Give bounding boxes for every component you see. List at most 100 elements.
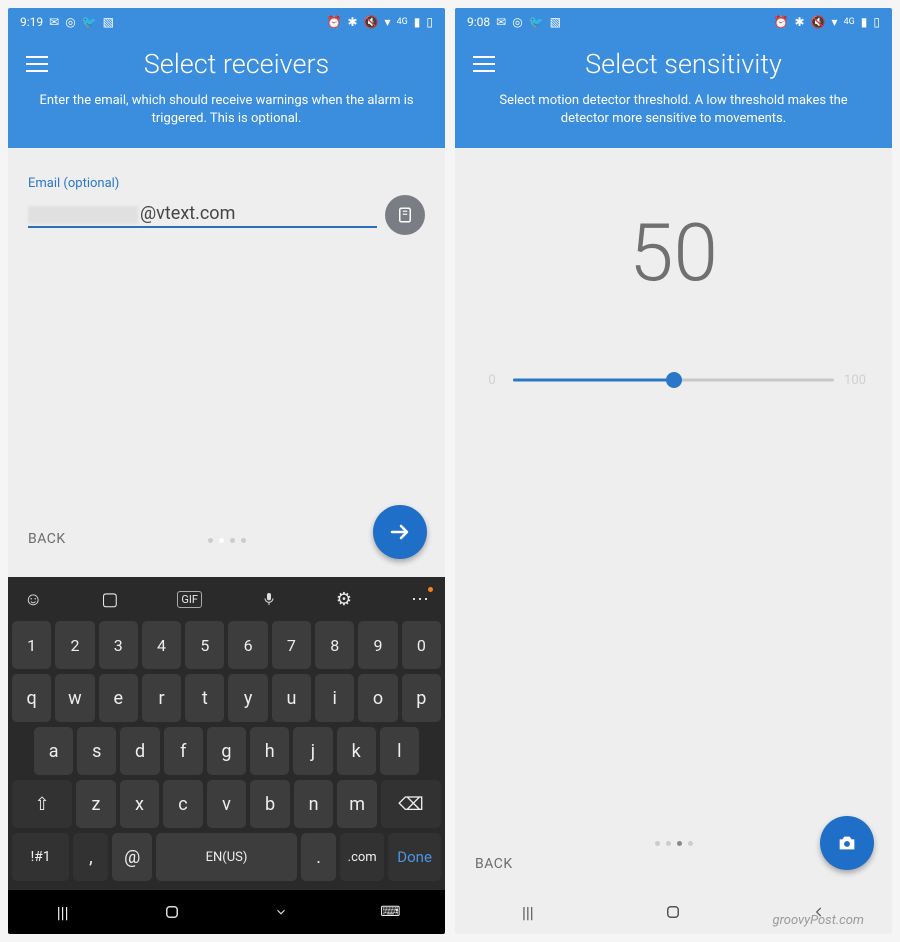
key-2[interactable]: 2	[55, 621, 94, 669]
status-time: 9:08	[467, 15, 490, 29]
key-z[interactable]: z	[76, 780, 116, 828]
key-s[interactable]: s	[77, 727, 116, 775]
battery-icon: ▯	[873, 15, 880, 29]
at-key[interactable]: @	[112, 833, 152, 881]
wifi-icon: ▾	[385, 15, 391, 29]
symbols-key[interactable]: !#1	[12, 833, 69, 881]
instagram-icon: ◎	[512, 15, 522, 29]
settings-icon[interactable]: ⚙	[336, 589, 352, 610]
nav-recents[interactable]: |||	[43, 897, 83, 927]
key-o[interactable]: o	[358, 674, 397, 722]
key-7[interactable]: 7	[272, 621, 311, 669]
contacts-button[interactable]	[385, 195, 425, 235]
emoji-icon[interactable]: ☺	[24, 589, 42, 610]
nav-recents[interactable]: |||	[508, 897, 548, 927]
slider-max-label: 100	[844, 373, 866, 388]
email-field[interactable]: @vtext.com	[28, 203, 377, 228]
key-t[interactable]: t	[185, 674, 224, 722]
backspace-key[interactable]: ⌫	[381, 780, 441, 828]
key-e[interactable]: e	[99, 674, 138, 722]
key-m[interactable]: m	[337, 780, 377, 828]
key-p[interactable]: p	[402, 674, 441, 722]
nav-home[interactable]	[152, 897, 192, 927]
key-9[interactable]: 9	[358, 621, 397, 669]
key-g[interactable]: g	[207, 727, 246, 775]
back-button[interactable]: BACK	[28, 531, 66, 547]
page-title: Select sensitivity	[515, 48, 874, 80]
redacted-text	[28, 206, 138, 224]
key-6[interactable]: 6	[228, 621, 267, 669]
signal-icon: ▮	[861, 15, 868, 29]
key-w[interactable]: w	[55, 674, 94, 722]
camera-icon	[836, 832, 858, 854]
page-subtitle: Enter the email, which should receive wa…	[26, 92, 427, 128]
key-q[interactable]: q	[12, 674, 51, 722]
picture-icon: ▧	[550, 15, 561, 29]
key-x[interactable]: x	[120, 780, 160, 828]
key-4[interactable]: 4	[142, 621, 181, 669]
picture-icon: ▧	[103, 15, 114, 29]
sensitivity-slider[interactable]	[513, 370, 834, 390]
arrow-right-icon	[388, 520, 412, 544]
keyboard: ☺ ▢ GIF ⚙ ⋯ 1234567890 qwertyuiop asdfgh…	[8, 577, 445, 890]
key-0[interactable]: 0	[402, 621, 441, 669]
nav-back[interactable]	[261, 897, 301, 927]
sensitivity-value: 50	[475, 206, 872, 300]
email-label: Email (optional)	[28, 176, 425, 191]
menu-icon[interactable]	[473, 56, 495, 72]
key-j[interactable]: j	[293, 727, 332, 775]
header: Select receivers Enter the email, which …	[8, 36, 445, 148]
gif-icon[interactable]: GIF	[177, 591, 202, 608]
key-c[interactable]: c	[163, 780, 203, 828]
key-8[interactable]: 8	[315, 621, 354, 669]
email-value: @vtext.com	[140, 203, 235, 224]
keyboard-toolbar: ☺ ▢ GIF ⚙ ⋯	[8, 577, 445, 621]
alarm-icon: ⏰	[774, 15, 789, 29]
sticker-icon[interactable]: ▢	[101, 589, 118, 610]
phone-left: 9:19 ✉ ◎ 🐦 ▧ ⏰ ✱ 🔇 ▾ 4G ▮ ▯ Select recei…	[8, 8, 445, 934]
sensitivity-slider-row: 0 100	[475, 370, 872, 390]
key-d[interactable]: d	[120, 727, 159, 775]
key-a[interactable]: a	[34, 727, 73, 775]
key-i[interactable]: i	[315, 674, 354, 722]
mic-icon[interactable]	[261, 591, 277, 607]
camera-button[interactable]	[820, 816, 874, 870]
status-bar: 9:19 ✉ ◎ 🐦 ▧ ⏰ ✱ 🔇 ▾ 4G ▮ ▯	[8, 8, 445, 36]
key-3[interactable]: 3	[99, 621, 138, 669]
keyboard-row-4: !#1 , @ EN(US) . .com Done	[12, 833, 441, 881]
bluetooth-icon: ✱	[348, 15, 358, 29]
key-b[interactable]: b	[250, 780, 290, 828]
status-bar: 9:08 ✉ ◎ 🐦 ▧ ⏰ ✱ 🔇 ▾ 4G ▮ ▯	[455, 8, 892, 36]
nav-keyboard-switch[interactable]: ⌨	[370, 897, 410, 927]
nav-home[interactable]	[653, 897, 693, 927]
wifi-icon: ▾	[832, 15, 838, 29]
page-indicator	[208, 538, 246, 543]
key-u[interactable]: u	[272, 674, 311, 722]
dotcom-key[interactable]: .com	[340, 833, 384, 881]
network-icon: 4G	[844, 17, 855, 27]
key-f[interactable]: f	[164, 727, 203, 775]
done-key[interactable]: Done	[388, 833, 441, 881]
key-h[interactable]: h	[250, 727, 289, 775]
comma-key[interactable]: ,	[73, 833, 108, 881]
content-area: Email (optional) @vtext.com BACK	[8, 148, 445, 577]
network-icon: 4G	[397, 17, 408, 27]
key-n[interactable]: n	[294, 780, 334, 828]
shift-key[interactable]: ⇧	[12, 780, 72, 828]
mute-icon: 🔇	[364, 15, 379, 29]
more-icon[interactable]: ⋯	[411, 589, 429, 610]
key-l[interactable]: l	[380, 727, 419, 775]
alarm-icon: ⏰	[327, 15, 342, 29]
menu-icon[interactable]	[26, 56, 48, 72]
key-k[interactable]: k	[337, 727, 376, 775]
key-1[interactable]: 1	[12, 621, 51, 669]
key-v[interactable]: v	[207, 780, 247, 828]
next-button[interactable]	[373, 505, 427, 559]
period-key[interactable]: .	[301, 833, 336, 881]
gmail-icon: ✉	[49, 15, 59, 29]
space-key[interactable]: EN(US)	[156, 833, 297, 881]
back-button[interactable]: BACK	[475, 856, 872, 872]
key-r[interactable]: r	[142, 674, 181, 722]
key-y[interactable]: y	[228, 674, 267, 722]
key-5[interactable]: 5	[185, 621, 224, 669]
